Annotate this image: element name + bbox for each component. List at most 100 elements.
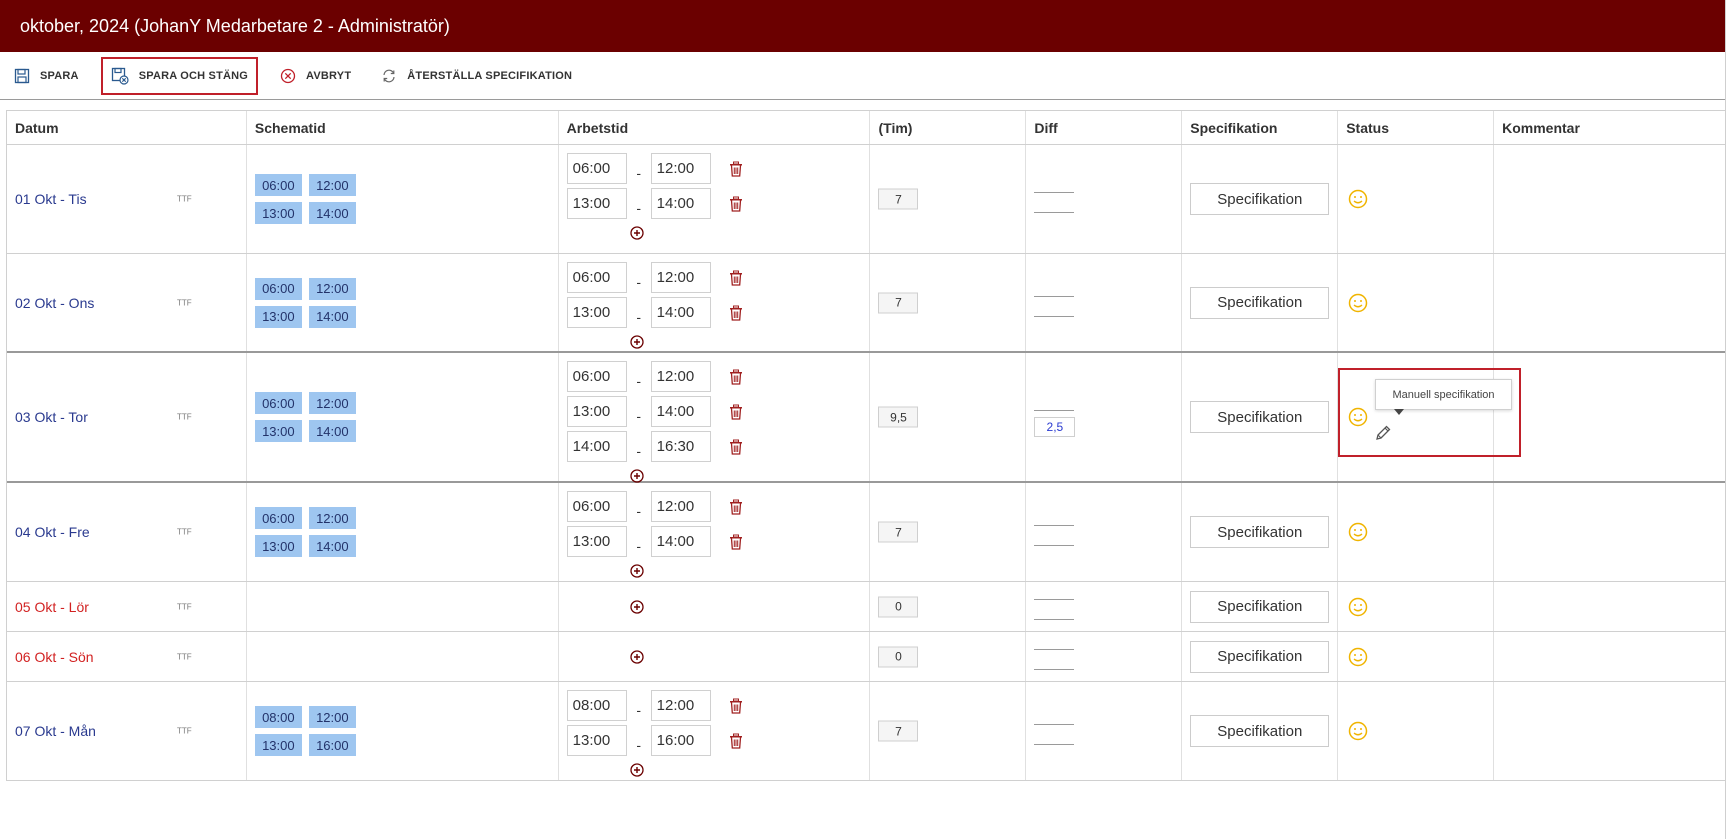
worktime-row: 06:00-12:00 — [566, 260, 743, 295]
delete-row-button[interactable] — [729, 305, 743, 321]
date-link[interactable]: 01 Okt - Tis — [15, 191, 87, 207]
smile-icon — [1348, 522, 1368, 542]
hours-cell: 7 — [870, 682, 1027, 780]
column-header-specifikation[interactable]: Specifikation — [1182, 111, 1339, 144]
add-time-row-plus-icon[interactable] — [630, 564, 644, 578]
start-time-input[interactable]: 13:00 — [566, 725, 627, 756]
save-button[interactable]: SPARA — [6, 57, 87, 95]
date-link[interactable]: 05 Okt - Lör — [15, 599, 89, 615]
date-link[interactable]: 04 Okt - Fre — [15, 524, 90, 540]
date-link[interactable]: 06 Okt - Sön — [15, 649, 94, 665]
delete-row-button[interactable] — [729, 534, 743, 550]
comment-cell[interactable] — [1494, 632, 1725, 681]
end-time-input[interactable]: 16:30 — [650, 431, 711, 462]
delete-row-button[interactable] — [729, 698, 743, 714]
column-header-status[interactable]: Status — [1338, 111, 1495, 144]
specification-button[interactable]: Specifikation — [1190, 401, 1330, 433]
column-header-tim[interactable]: (Tim) — [870, 111, 1027, 144]
cancel-button-label: AVBRYT — [306, 69, 352, 82]
add-time-row-plus-icon[interactable] — [630, 469, 644, 483]
day-type-tag: TTF — [177, 726, 192, 736]
hours-value: 9,5 — [878, 406, 919, 428]
trash-icon — [729, 161, 742, 177]
comment-cell[interactable] — [1494, 254, 1725, 351]
smile-icon — [1348, 721, 1368, 741]
comment-cell[interactable] — [1494, 483, 1725, 581]
end-time-input[interactable]: 12:00 — [650, 491, 711, 522]
schedule-time-chip: 14:00 — [308, 305, 356, 328]
end-time-input[interactable]: 14:00 — [650, 396, 711, 427]
save-and-close-button[interactable]: SPARA OCH STÄNG — [100, 56, 259, 95]
end-time-input[interactable]: 12:00 — [650, 153, 711, 184]
end-time-input[interactable]: 16:00 — [650, 725, 711, 756]
start-time-input[interactable]: 13:00 — [566, 526, 627, 557]
specification-button[interactable]: Specifikation — [1190, 640, 1330, 673]
specification-button[interactable]: Specifikation — [1190, 516, 1330, 548]
end-time-input[interactable]: 14:00 — [650, 526, 711, 557]
date-link[interactable]: 03 Okt - Tor — [15, 409, 88, 425]
column-header-datum[interactable]: Datum — [7, 111, 247, 144]
reset-specification-button[interactable]: ÅTERSTÄLLA SPECIFIKATION — [373, 57, 580, 95]
start-time-input[interactable]: 13:00 — [566, 396, 627, 427]
start-time-input[interactable]: 06:00 — [566, 491, 627, 522]
time-range-dash: - — [636, 164, 641, 181]
delete-row-button[interactable] — [729, 404, 743, 420]
status-cell — [1338, 582, 1495, 631]
schedule-time-chip: 12:00 — [308, 392, 356, 414]
hours-cell: 0 — [870, 582, 1027, 631]
delete-row-button[interactable] — [729, 196, 743, 212]
end-time-input[interactable]: 12:00 — [650, 361, 711, 392]
add-time-row-plus-icon[interactable] — [630, 335, 644, 349]
start-time-input[interactable]: 08:00 — [566, 690, 627, 721]
column-header-diff[interactable]: Diff — [1026, 111, 1183, 144]
specification-button[interactable]: Specifikation — [1190, 183, 1330, 215]
start-time-input[interactable]: 06:00 — [566, 153, 627, 184]
specification-button[interactable]: Specifikation — [1190, 590, 1330, 623]
delete-row-button[interactable] — [729, 733, 743, 749]
schedule-chips: 06:00 12:00 13:00 14:00 — [254, 507, 356, 557]
column-header-kommentar[interactable]: Kommentar — [1494, 111, 1725, 144]
add-time-row-plus-icon[interactable] — [630, 600, 644, 614]
end-time-input[interactable]: 14:00 — [650, 297, 711, 328]
schedule-time-chip: 14:00 — [308, 202, 356, 224]
pencil-icon[interactable] — [1374, 424, 1392, 442]
start-time-input[interactable]: 13:00 — [566, 188, 627, 219]
diff-cell — [1026, 632, 1183, 681]
table-row: 04 Okt - Fre TTF 06:00 12:00 13:00 14:00 06:00… — [7, 483, 1725, 582]
schedule-cell: 06:00 12:00 13:00 14:00 — [247, 145, 559, 253]
table-body: 01 Okt - Tis TTF 06:00 12:00 13:00 14:00 06:00… — [7, 145, 1725, 781]
refresh-icon — [383, 69, 395, 82]
comment-cell[interactable] — [1494, 682, 1725, 780]
table-row: 07 Okt - Mån TTF 08:00 12:00 13:00 16:00 08:00… — [7, 682, 1725, 781]
start-time-input[interactable]: 06:00 — [566, 361, 627, 392]
specification-button[interactable]: Specifikation — [1190, 286, 1330, 319]
column-header-schematid[interactable]: Schematid — [247, 111, 559, 144]
delete-row-button[interactable] — [729, 499, 743, 515]
cancel-button[interactable]: AVBRYT — [272, 57, 359, 95]
specification-button[interactable]: Specifikation — [1190, 715, 1330, 747]
column-header-arbetstid[interactable]: Arbetstid — [559, 111, 871, 144]
start-time-input[interactable]: 13:00 — [566, 297, 627, 328]
start-time-input[interactable]: 06:00 — [566, 262, 627, 293]
time-range-dash: - — [636, 273, 641, 290]
date-link[interactable]: 07 Okt - Mån — [15, 723, 96, 739]
add-time-row-plus-icon[interactable] — [630, 650, 644, 664]
delete-row-button[interactable] — [729, 161, 743, 177]
schedule-time-chip: 06:00 — [254, 392, 302, 414]
add-time-row-plus-icon[interactable] — [630, 226, 644, 240]
start-time-input[interactable]: 14:00 — [566, 431, 627, 462]
comment-cell[interactable] — [1494, 582, 1725, 631]
comment-cell[interactable] — [1494, 145, 1725, 253]
comment-cell[interactable] — [1494, 353, 1725, 481]
date-link[interactable]: 02 Okt - Ons — [15, 295, 94, 311]
delete-row-button[interactable] — [729, 439, 743, 455]
delete-row-button[interactable] — [729, 369, 743, 385]
end-time-input[interactable]: 12:00 — [650, 262, 711, 293]
trash-icon — [729, 439, 742, 455]
add-time-row-plus-icon[interactable] — [630, 763, 644, 777]
end-time-input[interactable]: 12:00 — [650, 690, 711, 721]
diff-cell — [1026, 483, 1183, 581]
delete-row-button[interactable] — [729, 270, 743, 286]
schedule-time-chip: 14:00 — [308, 420, 356, 442]
end-time-input[interactable]: 14:00 — [650, 188, 711, 219]
